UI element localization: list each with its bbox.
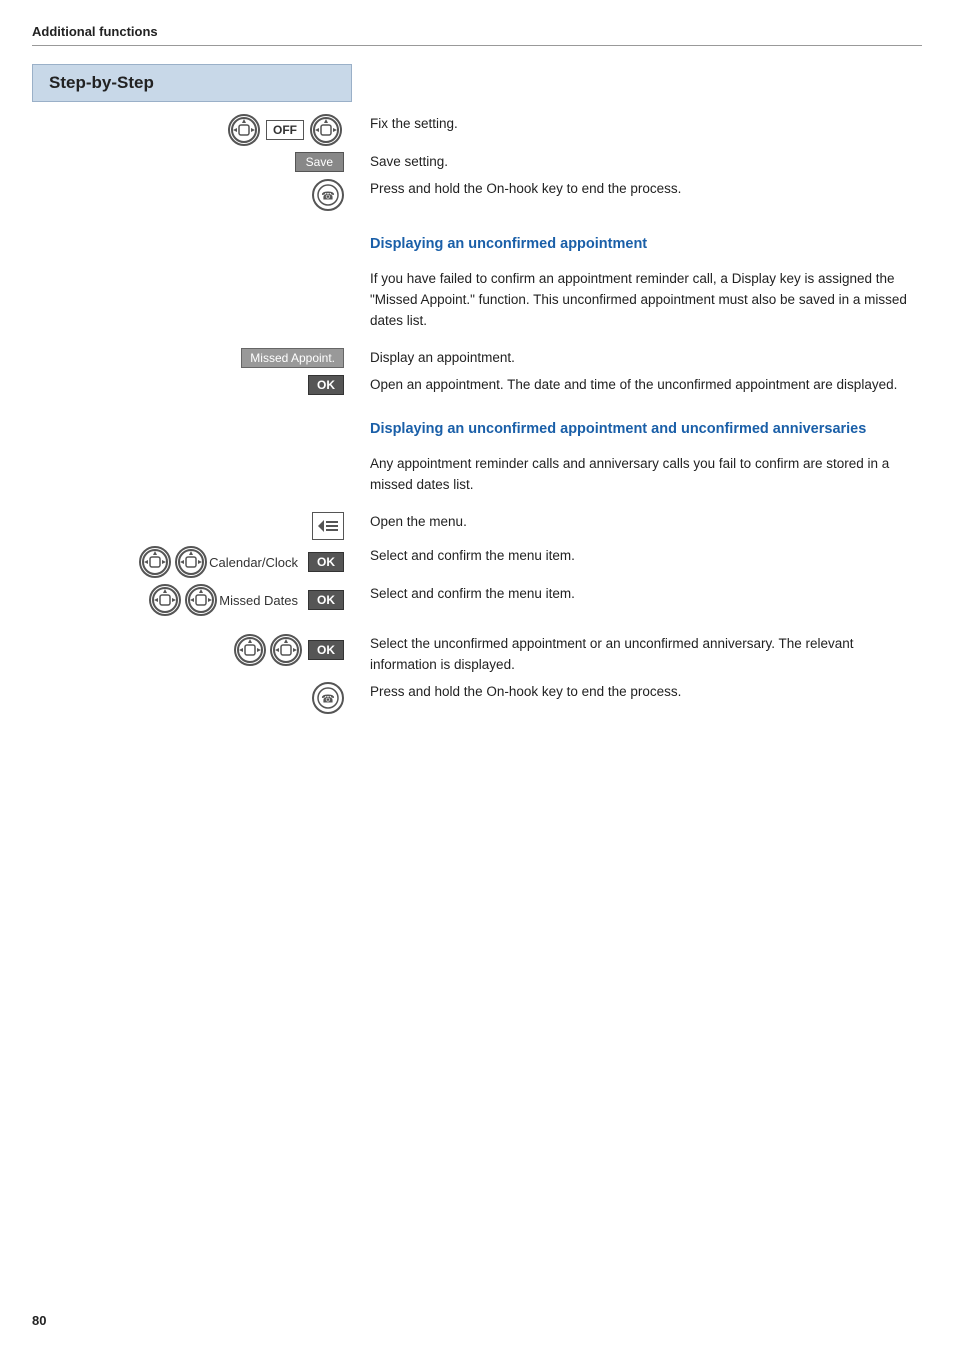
section-1-heading: Displaying an unconfirmed appointment — [370, 233, 922, 255]
off-button[interactable]: OFF — [266, 120, 304, 140]
section-2-body: Any appointment reminder calls and anniv… — [352, 454, 922, 506]
row-onhook-1-desc: Press and hold the On-hook key to end th… — [352, 179, 922, 200]
section-2-item-1: Open the menu. — [32, 512, 922, 540]
row-save-setting: Save Save setting. — [32, 152, 922, 173]
nav-icon-missed-1 — [149, 584, 181, 616]
section-2-item-1-desc: Open the menu. — [352, 512, 922, 533]
content-area: Step-by-Step — [32, 64, 922, 114]
section-2-item-4-desc: Select the unconfirmed appointment or an… — [352, 634, 922, 676]
row-save-icon: Save — [32, 152, 352, 172]
section-1-body-row: If you have failed to confirm an appoint… — [32, 269, 922, 342]
right-column-top — [352, 64, 922, 114]
section-2-item-2-desc: Select and confirm the menu item. — [352, 546, 922, 567]
section-1-item-2: OK Open an appointment. The date and tim… — [32, 375, 922, 396]
section-2-item-4-icon: OK — [32, 634, 352, 666]
section-2-item-5-icon: ☎ — [32, 682, 352, 714]
step-by-step-box: Step-by-Step — [32, 64, 352, 102]
section-2-item-3-desc: Select and confirm the menu item. — [352, 584, 922, 605]
page-number: 80 — [32, 1313, 46, 1328]
row-save-desc: Save setting. — [352, 152, 922, 173]
onhook-icon-1: ☎ — [312, 179, 344, 211]
nav-icon-cal-2 — [175, 546, 207, 578]
row-onhook-1-icon: ☎ — [32, 179, 352, 211]
ok-button-sel[interactable]: OK — [308, 640, 344, 660]
section-1-body: If you have failed to confirm an appoint… — [352, 269, 922, 342]
missed-appoint-button[interactable]: Missed Appoint. — [241, 348, 344, 368]
calendar-clock-label: Calendar/Clock — [209, 555, 298, 570]
section-2-item-5-desc: Press and hold the On-hook key to end th… — [352, 682, 922, 703]
section-1-item-1-desc: Display an appointment. — [352, 348, 922, 369]
page-container: Additional functions Step-by-Step — [0, 0, 954, 752]
section-2-item-2: Calendar/Clock OK Select and confirm the… — [32, 546, 922, 578]
section-2-heading: Displaying an unconfirmed appointment an… — [370, 418, 922, 440]
left-column: Step-by-Step — [32, 64, 352, 114]
section-1-item-2-icon: OK — [32, 375, 352, 395]
ok-button-missed[interactable]: OK — [308, 590, 344, 610]
section-2-item-5: ☎ Press and hold the On-hook key to end … — [32, 682, 922, 714]
section-2-item-1-icon — [32, 512, 352, 540]
section-1-body-text: If you have failed to confirm an appoint… — [370, 269, 922, 332]
nav-icon-missed-2 — [185, 584, 217, 616]
svg-text:☎: ☎ — [321, 694, 335, 706]
svg-text:☎: ☎ — [321, 190, 335, 202]
ok-button-cal[interactable]: OK — [308, 552, 344, 572]
nav-icon-sel-2 — [270, 634, 302, 666]
row-fix-setting: OFF Fix the setting. — [32, 114, 922, 146]
section-2-title-row: Displaying an unconfirmed appointment an… — [32, 414, 922, 448]
section-2-item-3: Missed Dates OK Select and confirm the m… — [32, 584, 922, 616]
row-fix-setting-icon: OFF — [32, 114, 352, 146]
section-2-body-text: Any appointment reminder calls and anniv… — [370, 454, 922, 496]
section-1-item-1-icon: Missed Appoint. — [32, 348, 352, 368]
ok-button-1[interactable]: OK — [308, 375, 344, 395]
section-2-item-4: OK Select the unconfirmed appointment or… — [32, 634, 922, 676]
additional-functions-header: Additional functions — [32, 24, 922, 46]
section-2-body-row: Any appointment reminder calls and anniv… — [32, 454, 922, 506]
onhook-icon-2: ☎ — [312, 682, 344, 714]
row-onhook-1: ☎ Press and hold the On-hook key to end … — [32, 179, 922, 211]
row-fix-setting-desc: Fix the setting. — [352, 114, 922, 135]
nav-icon-sel-1 — [234, 634, 266, 666]
missed-dates-label: Missed Dates — [219, 593, 298, 608]
save-button[interactable]: Save — [295, 152, 344, 172]
section-2-item-2-icon: Calendar/Clock OK — [32, 546, 352, 578]
section-2-title: Displaying an unconfirmed appointment an… — [352, 414, 922, 448]
section-1-item-1: Missed Appoint. Display an appointment. — [32, 348, 922, 369]
section-2-item-3-icon: Missed Dates OK — [32, 584, 352, 616]
nav-icon-right-1 — [310, 114, 342, 146]
menu-icon — [312, 512, 344, 540]
nav-icon-left-1 — [228, 114, 260, 146]
nav-icon-cal-1 — [139, 546, 171, 578]
section-1-title: Displaying an unconfirmed appointment — [352, 229, 922, 263]
section-1-title-row: Displaying an unconfirmed appointment — [32, 229, 922, 263]
section-1-item-2-desc: Open an appointment. The date and time o… — [352, 375, 922, 396]
